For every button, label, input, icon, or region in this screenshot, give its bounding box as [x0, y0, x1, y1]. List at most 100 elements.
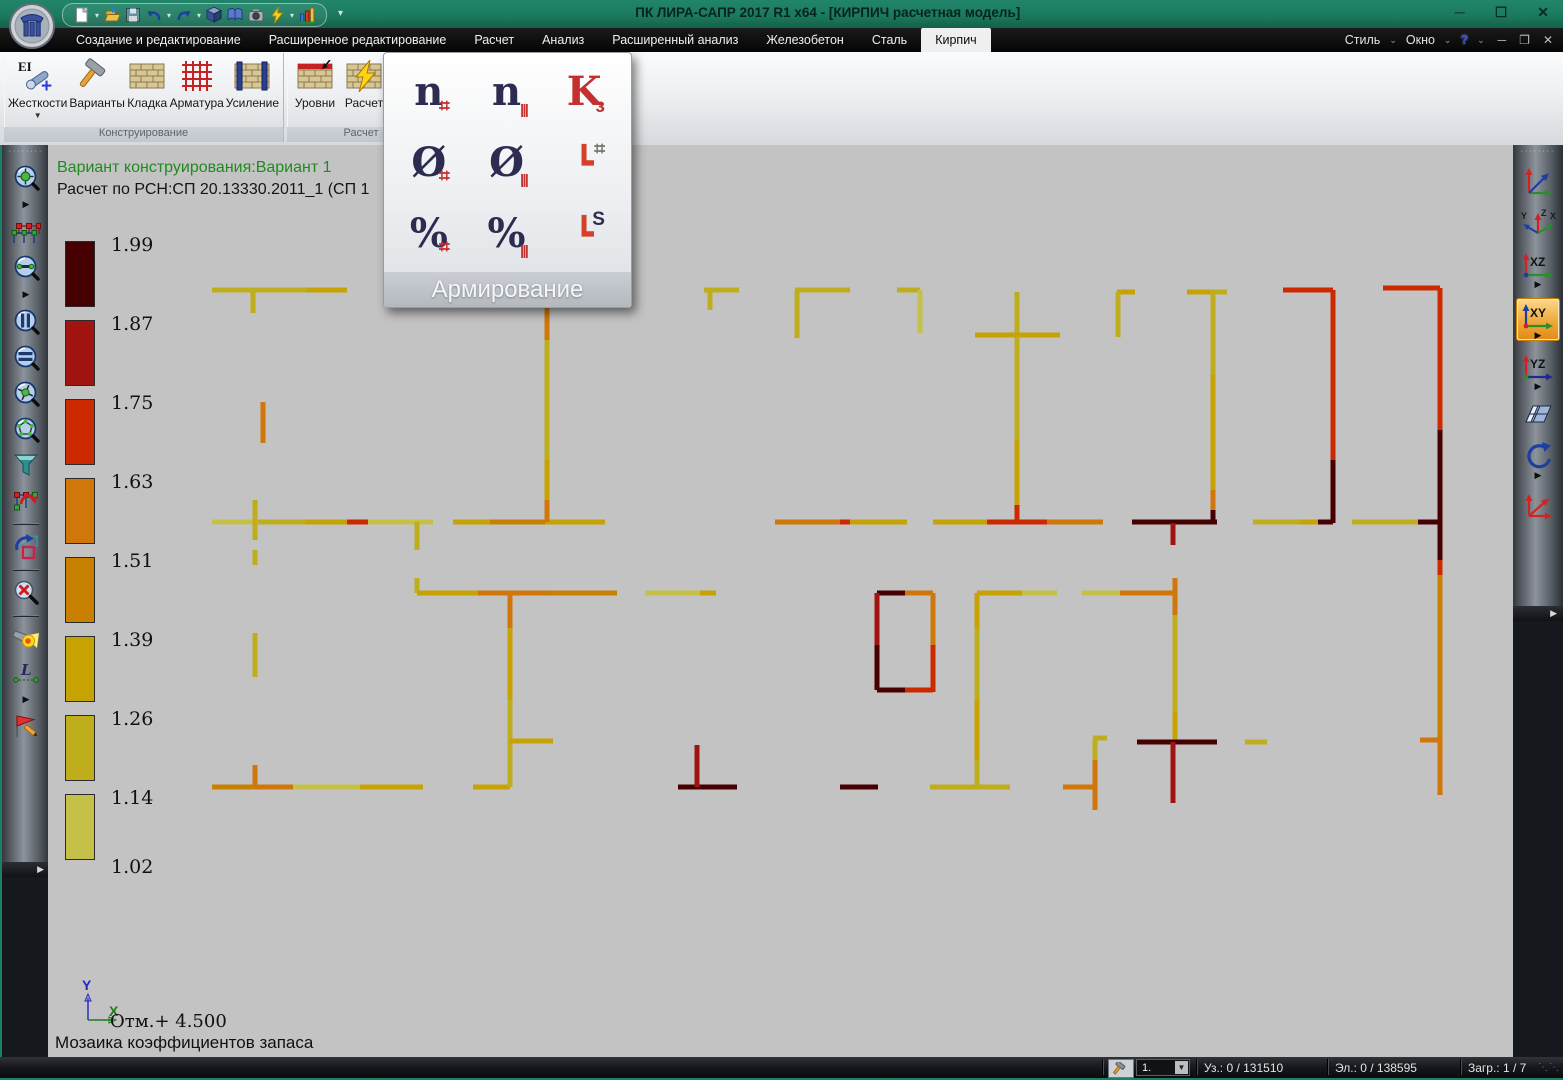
- mdi-close-button[interactable]: ✕: [1543, 33, 1553, 47]
- усиление-button[interactable]: Усиление: [226, 56, 279, 110]
- rebar-diameter-longitudinal-button[interactable]: Ø|||: [468, 128, 546, 199]
- flyout-arrow-icon[interactable]: ▶: [1535, 280, 1542, 289]
- collapse-toolbar-button[interactable]: ▶: [2, 862, 50, 877]
- flyout-arrow-icon[interactable]: ▶: [23, 290, 30, 299]
- rotate-view-button[interactable]: ▶: [1517, 439, 1559, 480]
- rebar-percent-longitudinal-button[interactable]: %|||: [468, 198, 546, 269]
- dropdown-caret-icon[interactable]: ⌄: [1477, 35, 1485, 46]
- mosaic-plan-view: [48, 145, 1513, 1057]
- maximize-button[interactable]: ☐: [1495, 4, 1508, 21]
- select-vertical-elements-lens-icon[interactable]: [13, 308, 40, 335]
- save-icon[interactable]: [124, 6, 142, 24]
- flyout-arrow-icon[interactable]: ▶: [1535, 471, 1542, 480]
- qat-overflow-icon[interactable]: ▾: [338, 8, 343, 19]
- quick-action-icon[interactable]: [268, 6, 286, 24]
- close-button[interactable]: ✕: [1537, 4, 1549, 21]
- варианты-button[interactable]: Варианты: [69, 56, 124, 110]
- book-icon[interactable]: [226, 6, 244, 24]
- tab-сталь[interactable]: Сталь: [858, 28, 921, 52]
- rebar-diameter-transverse-button[interactable]: Ø⌗: [390, 128, 468, 199]
- app-logo-icon[interactable]: [8, 2, 56, 50]
- svg-text:XZ: XZ: [1530, 255, 1545, 269]
- chart-3d-icon[interactable]: [298, 6, 316, 24]
- select-elements-lens-icon[interactable]: [13, 254, 40, 281]
- dropdown-caret-icon[interactable]: ▼: [34, 111, 42, 120]
- sub-glyph: |||: [520, 102, 527, 116]
- tab-кирпич[interactable]: Кирпич: [921, 28, 990, 52]
- minimize-button[interactable]: ─: [1455, 4, 1465, 21]
- model-canvas[interactable]: Вариант конструирования:Вариант 1 Расчет…: [48, 145, 1513, 1057]
- undo-icon[interactable]: [145, 6, 163, 24]
- legend-value: 1.14: [111, 787, 153, 809]
- flashlight-icon[interactable]: [13, 625, 40, 652]
- dropdown-caret-icon[interactable]: ▾: [197, 11, 201, 20]
- mesh-nodes-icon[interactable]: [11, 218, 41, 245]
- flag-edit-icon[interactable]: [12, 713, 40, 740]
- new-document-icon[interactable]: [73, 6, 91, 24]
- flyout-arrow-icon[interactable]: ▶: [23, 200, 30, 209]
- safety-factor-kz-button[interactable]: Kз: [545, 57, 623, 128]
- rebar-spacing-s-button[interactable]: ┗S: [545, 198, 623, 269]
- dropdown-caret-icon[interactable]: ⌄: [1389, 35, 1397, 46]
- menu-окно[interactable]: Окно: [1406, 33, 1435, 47]
- flyout-arrow-icon[interactable]: ▶: [1535, 331, 1542, 340]
- rebar-grid-icon: [179, 56, 215, 96]
- dropdown-caret-icon[interactable]: ▾: [95, 11, 99, 20]
- tab-создание-и-редактирование[interactable]: Создание и редактирование: [62, 28, 255, 52]
- mdi-restore-button[interactable]: ❐: [1519, 33, 1530, 47]
- select-nodes-lens-icon[interactable]: [13, 164, 40, 191]
- variant-selector-dropdown[interactable]: 1.▼: [1136, 1059, 1190, 1076]
- flyout-arrow-icon[interactable]: ▶: [23, 695, 30, 704]
- polygon-select-lens-icon[interactable]: [13, 416, 40, 443]
- tab-расширенное-редактирование[interactable]: Расширенное редактирование: [255, 28, 461, 52]
- isometric-view-button[interactable]: [1517, 164, 1559, 198]
- pack-model-icon[interactable]: [205, 6, 223, 24]
- mdi-minimize-button[interactable]: ─: [1498, 33, 1507, 47]
- legend-swatch: [65, 557, 95, 623]
- poly-filter-icon[interactable]: [12, 487, 40, 514]
- tab-анализ[interactable]: Анализ: [528, 28, 598, 52]
- rebar-spacing-transverse-button[interactable]: ┗⌗: [545, 128, 623, 199]
- filter-funnel-icon[interactable]: [13, 452, 39, 478]
- menu-стиль[interactable]: Стиль: [1345, 33, 1381, 47]
- dimension-line-icon[interactable]: L: [12, 661, 40, 686]
- tab-железобетон[interactable]: Железобетон: [752, 28, 857, 52]
- resize-grip[interactable]: ⋱⋱: [1538, 1062, 1560, 1073]
- red-axes-button[interactable]: [1517, 489, 1559, 521]
- view-yz-button[interactable]: YZ▶: [1517, 350, 1559, 391]
- tab-расчет[interactable]: Расчет: [460, 28, 528, 52]
- уровни-button[interactable]: Уровни: [291, 56, 339, 110]
- кладка-button[interactable]: Кладка: [127, 56, 168, 110]
- open-file-icon[interactable]: [103, 6, 121, 24]
- xyz-axes-button[interactable]: ZYX: [1517, 207, 1559, 239]
- dropdown-caret-icon[interactable]: ⌄: [1444, 35, 1452, 46]
- dropdown-caret-icon[interactable]: ▾: [167, 11, 171, 20]
- toolbar-drag-handle[interactable]: ········: [9, 149, 44, 155]
- rebar-percent-transverse-button[interactable]: %⌗: [390, 198, 468, 269]
- select-horizontal-elements-lens-icon[interactable]: [13, 344, 40, 371]
- расчет-button[interactable]: Расчет: [341, 56, 387, 110]
- dropdown-caret-icon[interactable]: ▾: [290, 11, 294, 20]
- legend-value: 1.87: [111, 313, 153, 335]
- жесткости-button[interactable]: EI+Жесткости▼: [8, 56, 67, 120]
- dropdown-caret-icon[interactable]: ▼: [1175, 1061, 1188, 1074]
- flyout-arrow-icon[interactable]: ▶: [1535, 382, 1542, 391]
- legend-swatch: [65, 399, 95, 465]
- арматура-button[interactable]: Арматура: [170, 56, 224, 110]
- perspective-view-button[interactable]: [1517, 400, 1559, 430]
- menu-help[interactable]: ?: [1460, 33, 1468, 47]
- view-xz-button[interactable]: XZ ▶: [1517, 248, 1559, 289]
- rebar-count-transverse-button[interactable]: n⌗: [390, 57, 468, 128]
- snapshot-icon[interactable]: [247, 6, 265, 24]
- collapse-toolbar-button[interactable]: ▶: [1513, 606, 1563, 621]
- redo-icon[interactable]: [175, 6, 193, 24]
- view-xy-button[interactable]: XY▶: [1516, 298, 1560, 341]
- rebar-count-longitudinal-button[interactable]: n|||: [468, 57, 546, 128]
- zoom-cancel-icon[interactable]: [13, 579, 40, 606]
- undo-transform-icon[interactable]: [13, 533, 40, 560]
- select-rotated-elements-lens-icon[interactable]: [13, 380, 40, 407]
- tab-расширенный-анализ[interactable]: Расширенный анализ: [598, 28, 752, 52]
- toolbar-drag-handle[interactable]: ········: [1521, 149, 1556, 155]
- sub-glyph: ⌗: [439, 167, 450, 186]
- design-variant-tool-icon[interactable]: [1108, 1059, 1134, 1078]
